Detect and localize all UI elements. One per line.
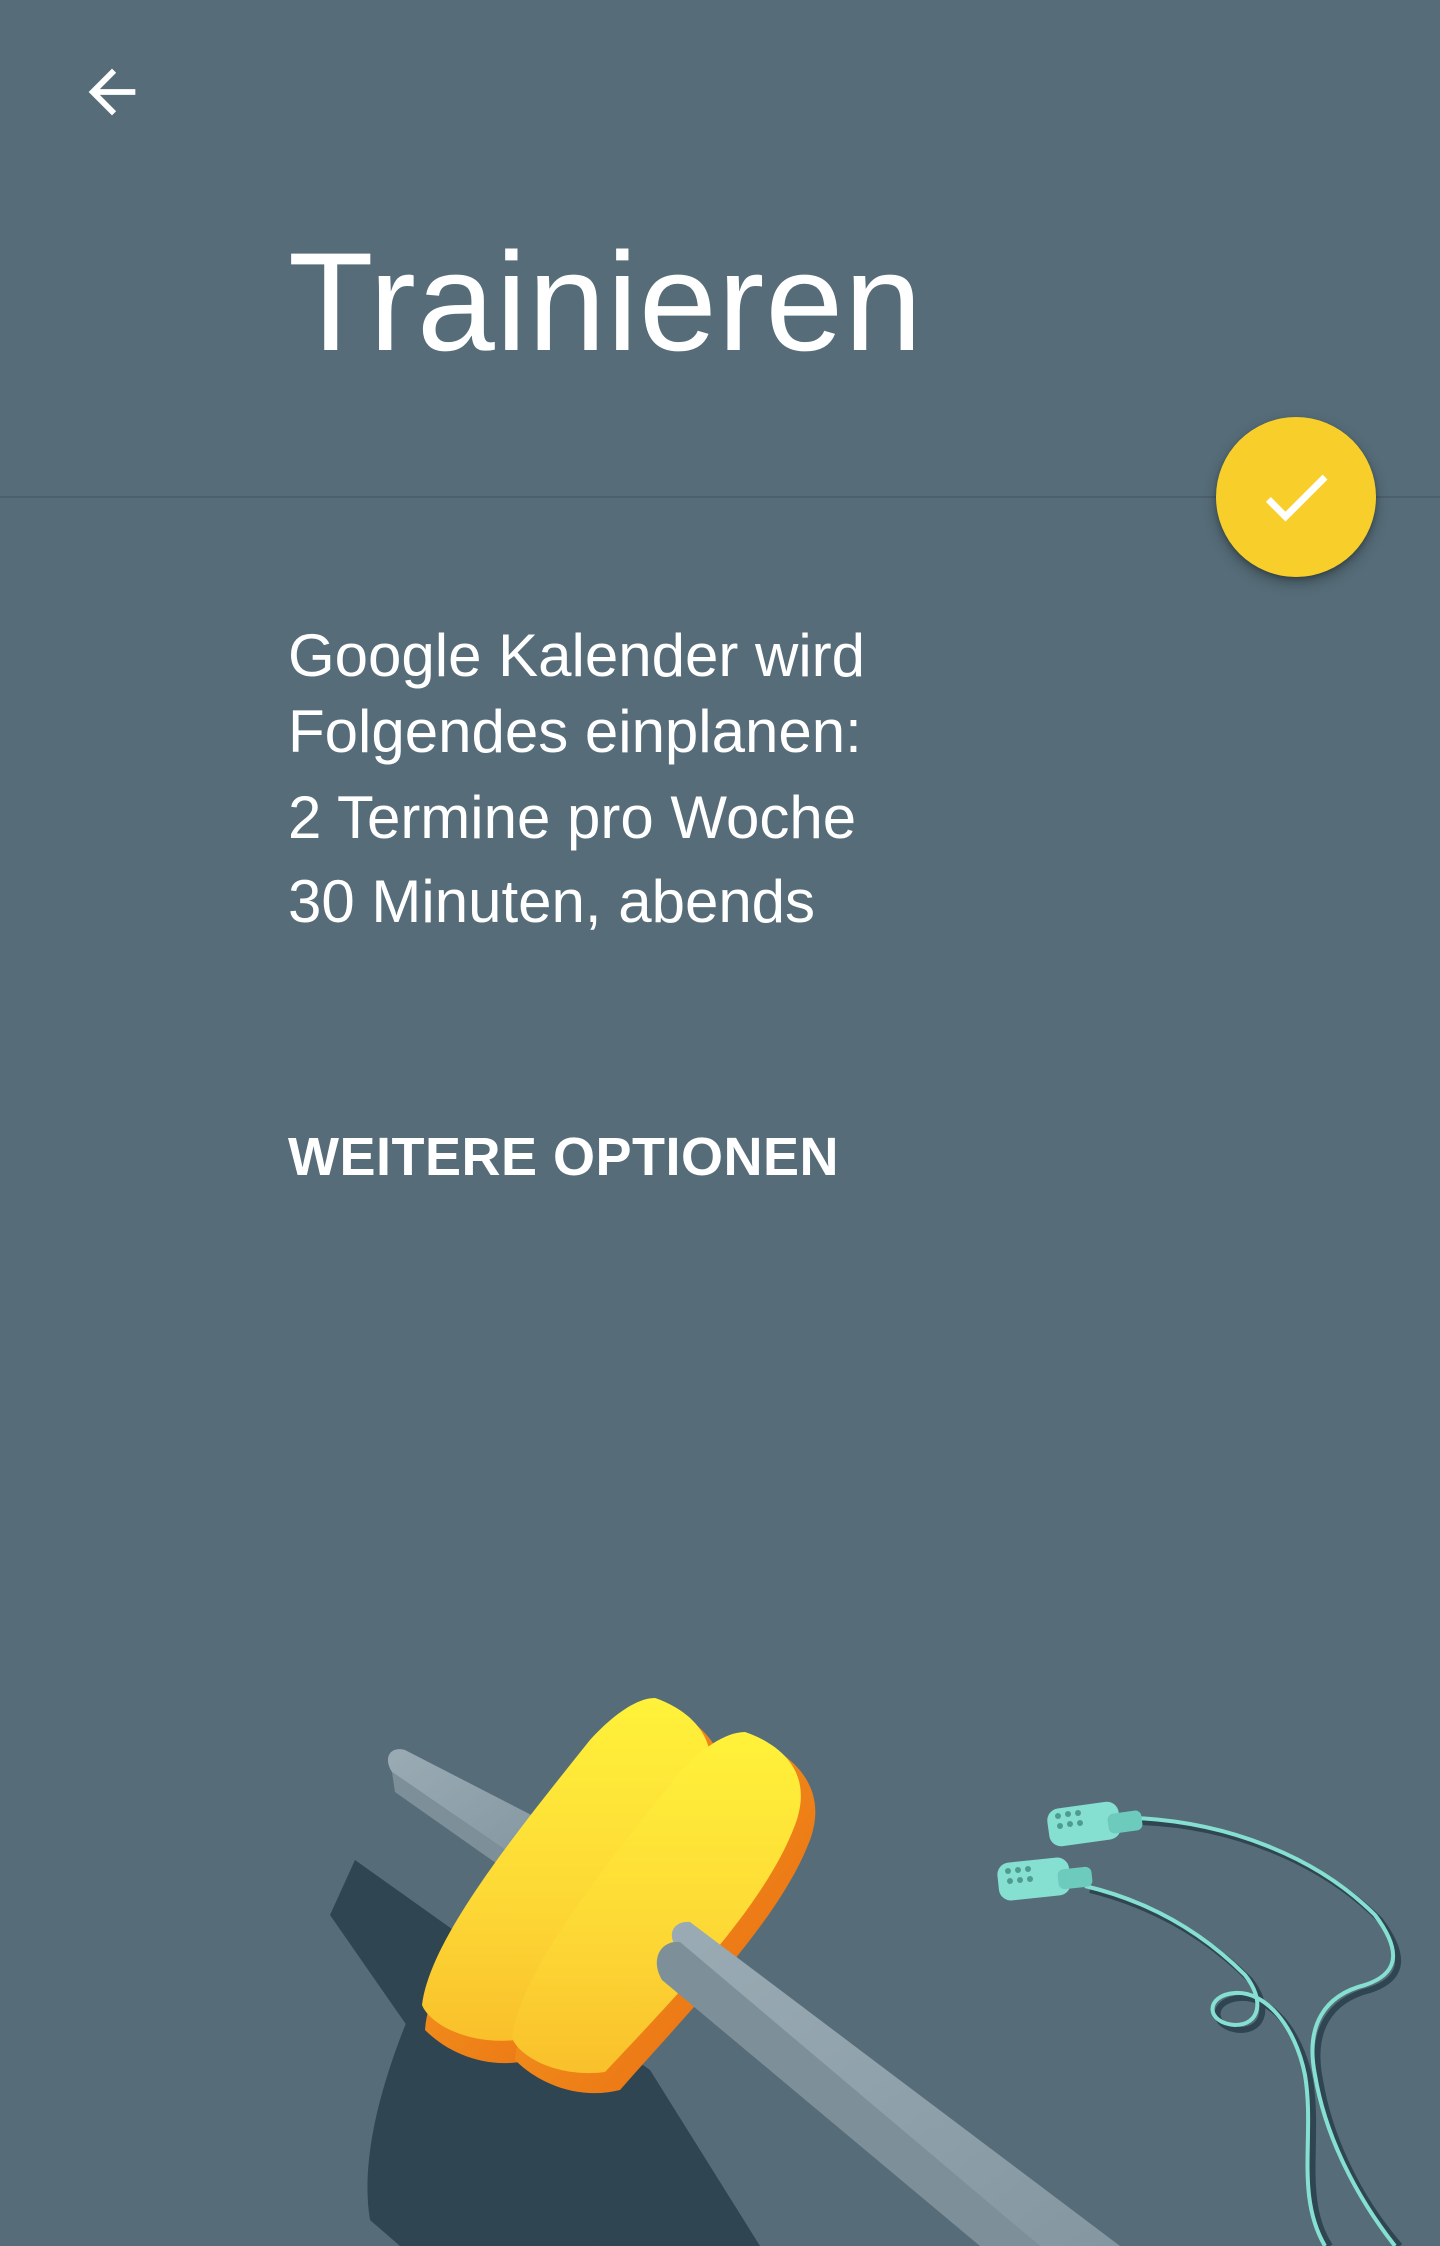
- summary-line-2: Folgendes einplanen:: [288, 698, 862, 765]
- earphones: [997, 1801, 1403, 2246]
- page-title: Trainieren: [288, 223, 924, 380]
- back-button[interactable]: [62, 42, 162, 142]
- confirm-button[interactable]: [1216, 417, 1376, 577]
- dumbbell-illustration: [330, 1698, 1403, 2246]
- schedule-summary: Google Kalender wird Folgendes einplanen…: [288, 618, 865, 940]
- summary-duration: 30 Minuten, abends: [288, 868, 816, 935]
- summary-line-1: Google Kalender wird: [288, 622, 866, 689]
- more-options-button[interactable]: WEITERE OPTIONEN: [288, 1122, 839, 1192]
- check-icon: [1265, 474, 1328, 522]
- arrow-left-icon: [88, 68, 136, 116]
- summary-frequency: 2 Termine pro Woche: [288, 784, 857, 851]
